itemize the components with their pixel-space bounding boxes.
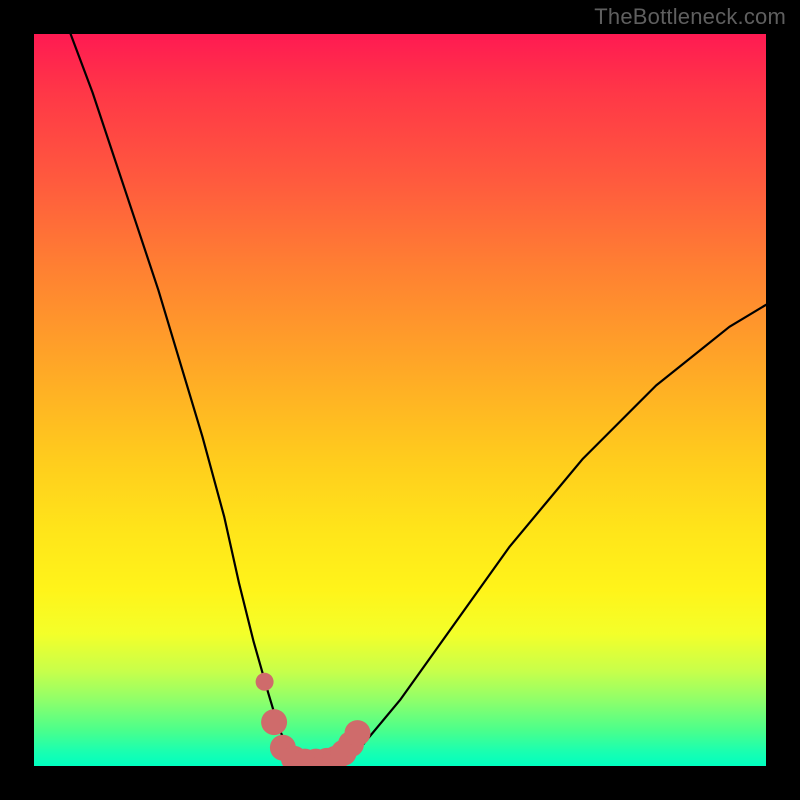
watermark-text: TheBottleneck.com xyxy=(594,4,786,30)
optimal-zone-dot xyxy=(261,709,287,735)
chart-frame: TheBottleneck.com xyxy=(0,0,800,800)
bottleneck-curve xyxy=(71,34,766,762)
optimal-zone-dot xyxy=(345,720,371,746)
chart-svg xyxy=(34,34,766,766)
plot-area xyxy=(34,34,766,766)
optimal-zone-dot xyxy=(256,673,274,691)
optimal-zone-markers xyxy=(256,673,371,766)
